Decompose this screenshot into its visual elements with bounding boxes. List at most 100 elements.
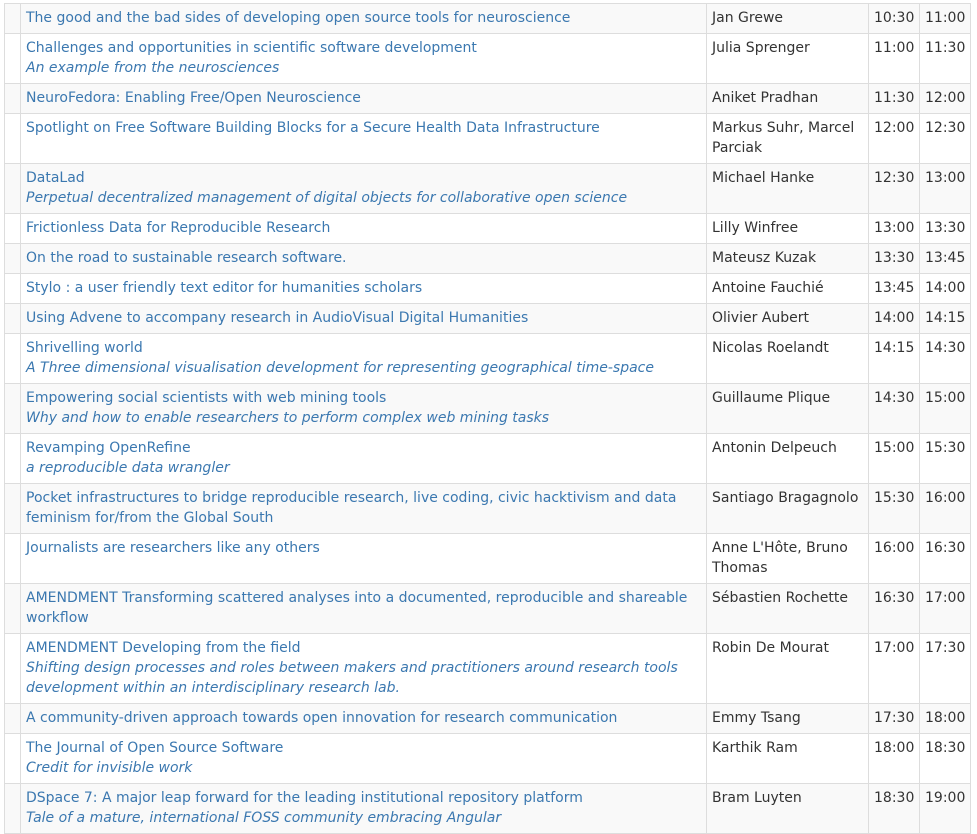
event-title-link[interactable]: Using Advene to accompany research in Au… [26, 308, 702, 328]
event-title-link[interactable]: The good and the bad sides of developing… [26, 8, 702, 28]
event-start-time: 11:30 [868, 83, 920, 114]
track-color-cell [4, 33, 21, 84]
schedule-row: Spotlight on Free Software Building Bloc… [4, 113, 971, 164]
schedule-row: Journalists are researchers like any oth… [4, 533, 971, 584]
event-speaker: Julia Sprenger [706, 33, 869, 84]
schedule-row: The good and the bad sides of developing… [4, 3, 971, 34]
event-title-link[interactable]: The Journal of Open Source Software [26, 738, 702, 758]
event-title-cell: Empowering social scientists with web mi… [20, 383, 707, 434]
event-speaker: Robin De Mourat [706, 633, 869, 704]
schedule-row: Stylo : a user friendly text editor for … [4, 273, 971, 304]
event-subtitle: Shifting design processes and roles betw… [26, 660, 678, 696]
schedule-row: Pocket infrastructures to bridge reprodu… [4, 483, 971, 534]
track-color-cell [4, 213, 21, 244]
track-color-cell [4, 733, 21, 784]
event-speaker: Lilly Winfree [706, 213, 869, 244]
event-start-time: 17:30 [868, 703, 920, 734]
event-title-link[interactable]: Stylo : a user friendly text editor for … [26, 278, 702, 298]
schedule-row: NeuroFedora: Enabling Free/Open Neurosci… [4, 83, 971, 114]
event-start-time: 10:30 [868, 3, 920, 34]
event-end-time: 13:00 [919, 163, 971, 214]
event-end-time: 11:00 [919, 3, 971, 34]
event-start-time: 18:30 [868, 783, 920, 834]
event-title-link[interactable]: Journalists are researchers like any oth… [26, 538, 702, 558]
track-color-cell [4, 83, 21, 114]
schedule-row: Using Advene to accompany research in Au… [4, 303, 971, 334]
event-speaker: Bram Luyten [706, 783, 869, 834]
event-speaker: Santiago Bragagnolo [706, 483, 869, 534]
event-title-link[interactable]: A community-driven approach towards open… [26, 708, 702, 728]
event-start-time: 17:00 [868, 633, 920, 704]
event-title-link[interactable]: Frictionless Data for Reproducible Resea… [26, 218, 702, 238]
track-color-cell [4, 113, 21, 164]
event-speaker: Karthik Ram [706, 733, 869, 784]
event-title-link[interactable]: Spotlight on Free Software Building Bloc… [26, 118, 702, 138]
track-color-cell [4, 783, 21, 834]
event-end-time: 18:00 [919, 703, 971, 734]
event-title-cell: Stylo : a user friendly text editor for … [20, 273, 707, 304]
event-title-link[interactable]: On the road to sustainable research soft… [26, 248, 702, 268]
event-end-time: 19:00 [919, 783, 971, 834]
event-end-time: 11:30 [919, 33, 971, 84]
track-color-cell [4, 533, 21, 584]
event-title-link[interactable]: Shrivelling world [26, 338, 702, 358]
event-speaker: Emmy Tsang [706, 703, 869, 734]
track-color-cell [4, 273, 21, 304]
event-speaker: Antoine Fauchié [706, 273, 869, 304]
event-title-cell: DSpace 7: A major leap forward for the l… [20, 783, 707, 834]
event-title-link[interactable]: Empowering social scientists with web mi… [26, 388, 702, 408]
track-color-cell [4, 3, 21, 34]
event-title-cell: Shrivelling world A Three dimensional vi… [20, 333, 707, 384]
event-subtitle: A Three dimensional visualisation develo… [26, 360, 654, 376]
schedule-body: The good and the bad sides of developing… [4, 3, 971, 834]
event-start-time: 13:00 [868, 213, 920, 244]
event-end-time: 14:00 [919, 273, 971, 304]
event-speaker: Markus Suhr, Marcel Parciak [706, 113, 869, 164]
event-speaker: Mateusz Kuzak [706, 243, 869, 274]
track-color-cell [4, 433, 21, 484]
event-end-time: 15:30 [919, 433, 971, 484]
event-start-time: 12:30 [868, 163, 920, 214]
event-end-time: 18:30 [919, 733, 971, 784]
event-title-cell: On the road to sustainable research soft… [20, 243, 707, 274]
event-end-time: 17:30 [919, 633, 971, 704]
event-title-cell: NeuroFedora: Enabling Free/Open Neurosci… [20, 83, 707, 114]
event-subtitle: a reproducible data wrangler [26, 460, 230, 476]
event-speaker: Sébastien Rochette [706, 583, 869, 634]
event-subtitle: Perpetual decentralized management of di… [26, 190, 628, 206]
event-speaker: Anne L'Hôte, Bruno Thomas [706, 533, 869, 584]
event-end-time: 12:00 [919, 83, 971, 114]
event-speaker: Antonin Delpeuch [706, 433, 869, 484]
event-start-time: 13:30 [868, 243, 920, 274]
schedule-row: The Journal of Open Source Software Cred… [4, 733, 971, 784]
track-color-cell [4, 703, 21, 734]
event-title-cell: The good and the bad sides of developing… [20, 3, 707, 34]
event-title-link[interactable]: Pocket infrastructures to bridge reprodu… [26, 488, 702, 528]
schedule-row: Challenges and opportunities in scientif… [4, 33, 971, 84]
event-title-link[interactable]: Revamping OpenRefine [26, 438, 702, 458]
event-title-cell: Journalists are researchers like any oth… [20, 533, 707, 584]
event-speaker: Jan Grewe [706, 3, 869, 34]
event-title-link[interactable]: AMENDMENT Transforming scattered analyse… [26, 588, 702, 628]
event-title-link[interactable]: DSpace 7: A major leap forward for the l… [26, 788, 702, 808]
event-title-link[interactable]: AMENDMENT Developing from the field [26, 638, 702, 658]
schedule-table: The good and the bad sides of developing… [4, 3, 971, 834]
event-title-cell: A community-driven approach towards open… [20, 703, 707, 734]
event-subtitle: An example from the neurosciences [26, 60, 280, 76]
event-start-time: 18:00 [868, 733, 920, 784]
track-color-cell [4, 583, 21, 634]
event-title-cell: Frictionless Data for Reproducible Resea… [20, 213, 707, 244]
schedule-row: Revamping OpenRefine a reproducible data… [4, 433, 971, 484]
track-color-cell [4, 483, 21, 534]
event-title-link[interactable]: NeuroFedora: Enabling Free/Open Neurosci… [26, 88, 702, 108]
track-color-cell [4, 303, 21, 334]
event-end-time: 13:45 [919, 243, 971, 274]
event-title-cell: AMENDMENT Transforming scattered analyse… [20, 583, 707, 634]
event-title-link[interactable]: DataLad [26, 168, 702, 188]
event-start-time: 14:00 [868, 303, 920, 334]
event-title-link[interactable]: Challenges and opportunities in scientif… [26, 38, 702, 58]
schedule-row: Frictionless Data for Reproducible Resea… [4, 213, 971, 244]
event-title-cell: Pocket infrastructures to bridge reprodu… [20, 483, 707, 534]
event-title-cell: Using Advene to accompany research in Au… [20, 303, 707, 334]
event-title-cell: Challenges and opportunities in scientif… [20, 33, 707, 84]
